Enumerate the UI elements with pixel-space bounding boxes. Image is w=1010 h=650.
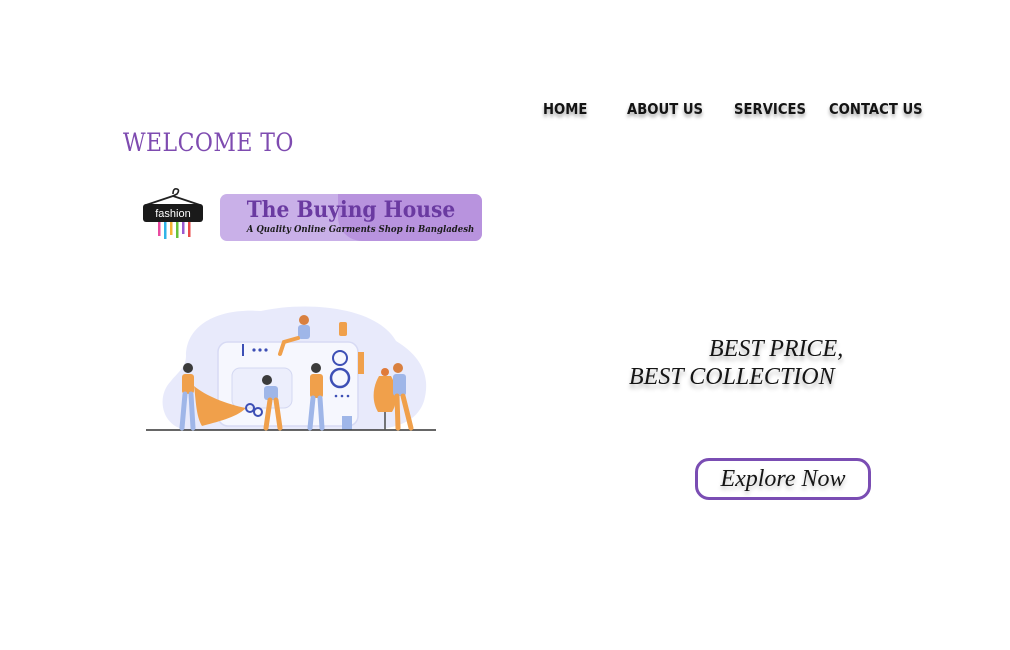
welcome-heading: WELCOME TO	[123, 128, 294, 157]
tailoring-illustration	[146, 306, 436, 431]
tagline-line-1: BEST PRICE,	[709, 336, 844, 362]
nav-about-link[interactable]: ABOUT US	[627, 100, 703, 118]
nav-home-link[interactable]: HOME	[543, 100, 587, 118]
nav-contact-link[interactable]: CONTACT US	[829, 100, 923, 118]
brand-banner: The Buying House A Quality Online Garmen…	[220, 194, 482, 241]
logo-text: fashion	[155, 208, 190, 220]
explore-now-button[interactable]: Explore Now	[695, 458, 871, 500]
tagline-line-2: BEST COLLECTION	[629, 364, 835, 390]
nav-services-link[interactable]: SERVICES	[734, 100, 806, 118]
main-nav: HOME ABOUT US SERVICES CONTACT US	[0, 100, 1010, 124]
fashion-hanger-logo: fashion	[143, 188, 203, 239]
brand-tagline: A Quality Online Garments Shop in Bangla…	[246, 225, 475, 235]
brand-name: The Buying House	[246, 197, 456, 223]
